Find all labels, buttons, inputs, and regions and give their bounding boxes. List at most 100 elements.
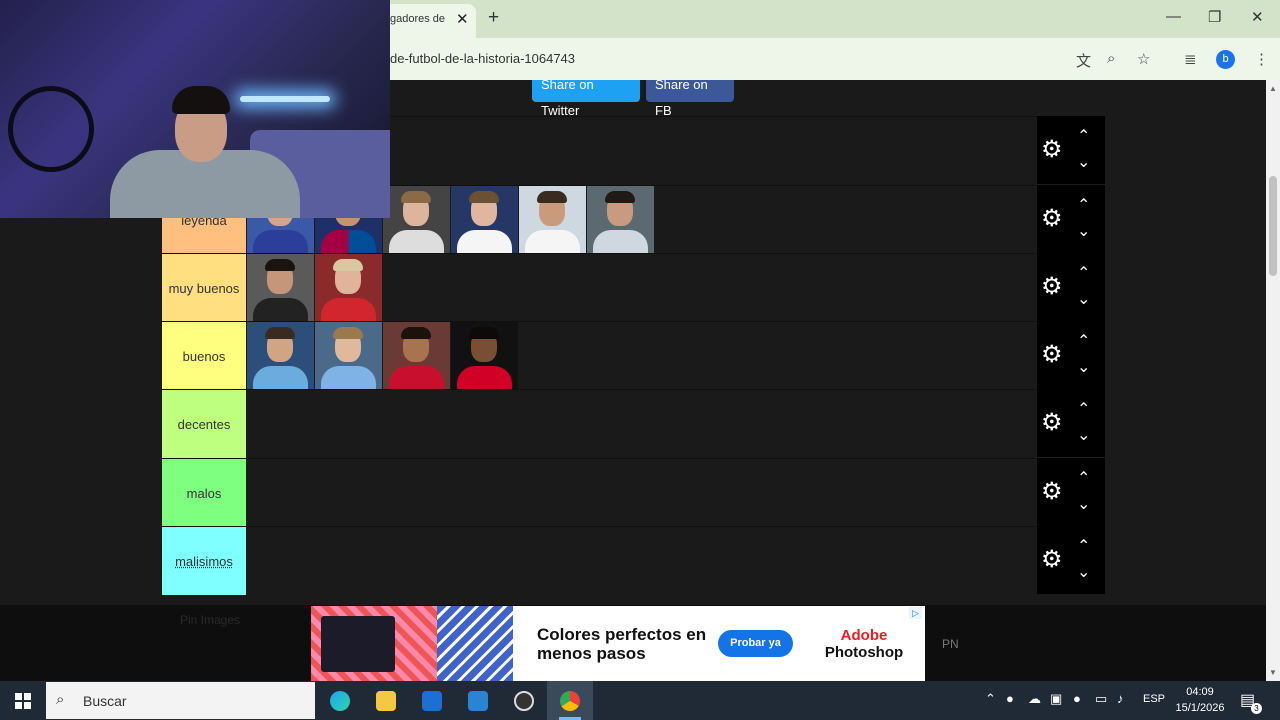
chevron-down-icon[interactable]: ⌄ [1077, 357, 1090, 377]
chevron-down-icon[interactable]: ⌄ [1077, 562, 1090, 582]
file-explorer-icon[interactable] [363, 681, 409, 720]
tray-device-icon[interactable]: ▣ [1050, 691, 1062, 707]
edge-app-icon[interactable] [317, 681, 363, 720]
tier-row: decentes [162, 389, 1037, 458]
chrome-app-icon[interactable] [547, 681, 593, 720]
tier-label[interactable]: malos [162, 459, 246, 527]
taskbar-search[interactable]: ⌕ Buscar [46, 682, 315, 719]
chevron-up-icon[interactable]: ⌃ [1077, 195, 1090, 215]
chevron-down-icon[interactable]: ⌄ [1077, 289, 1090, 309]
address-bar[interactable]: de-futbol-de-la-historia-1064743 [390, 51, 575, 66]
chevron-up-icon[interactable]: ⌃ [1077, 331, 1090, 351]
chevron-down-icon[interactable]: ⌄ [1077, 221, 1090, 241]
chevron-down-icon[interactable]: ⌄ [1077, 494, 1090, 514]
gear-icon[interactable]: ⚙ [1041, 478, 1063, 506]
media-control-icon[interactable]: ≣ [1184, 50, 1197, 68]
browser-menu-icon[interactable]: ⋮ [1254, 50, 1269, 68]
player-card[interactable] [247, 322, 314, 390]
tray-app-icon[interactable]: ● [1006, 691, 1014, 706]
player-card[interactable] [315, 322, 382, 390]
tier-label[interactable]: malisimos [162, 527, 246, 595]
ad-info-icon[interactable]: ▷ [909, 607, 922, 619]
chevron-down-icon[interactable]: ⌄ [1077, 425, 1090, 445]
start-button[interactable] [0, 681, 46, 720]
clock-time: 04:09 [1186, 686, 1214, 698]
scroll-up-icon[interactable]: ▲ [1269, 84, 1277, 93]
ad-headline: Colores perfectos en menos pasos [537, 625, 707, 663]
ad-side-text: PN [942, 637, 959, 651]
windows-logo-icon [15, 693, 31, 709]
player-card[interactable] [451, 186, 518, 254]
vertical-scrollbar[interactable]: ▲ ▼ [1266, 80, 1280, 681]
zoom-icon[interactable]: ⌕ [1107, 50, 1115, 67]
gear-icon[interactable]: ⚙ [1041, 205, 1063, 233]
outlook-app-icon[interactable] [455, 681, 501, 720]
scroll-down-icon[interactable]: ▼ [1269, 668, 1277, 677]
player-card[interactable] [587, 186, 654, 254]
chevron-up-icon[interactable]: ⌃ [1077, 399, 1090, 419]
new-tab-icon[interactable]: + [488, 7, 499, 29]
ad-brand-line1: Adobe [840, 627, 888, 644]
search-icon: ⌕ [56, 691, 65, 708]
player-card[interactable] [315, 254, 382, 322]
chevron-up-icon[interactable]: ⌃ [1077, 468, 1090, 488]
store-app-icon[interactable] [409, 681, 455, 720]
system-clock[interactable]: 04:09 15/1/2026 [1168, 684, 1232, 716]
recorder-app-icon[interactable] [501, 681, 547, 720]
player-card[interactable] [247, 254, 314, 322]
notification-count-badge: 3 [1251, 703, 1262, 714]
scroll-thumb[interactable] [1269, 176, 1277, 276]
ad-image [311, 606, 437, 681]
tier-controls: ⚙ ⌃ ⌄ [1037, 526, 1105, 594]
translate-icon[interactable]: 文 [1076, 50, 1091, 71]
microphone-icon[interactable]: ● [1073, 691, 1081, 706]
player-card[interactable] [451, 322, 518, 390]
tier-row: muy buenos [162, 253, 1037, 322]
player-card[interactable] [383, 186, 450, 254]
chevron-down-icon[interactable]: ⌄ [1077, 152, 1090, 172]
search-placeholder: Buscar [83, 693, 127, 709]
chevron-up-icon[interactable]: ⌃ [1077, 536, 1090, 556]
clock-date: 15/1/2026 [1175, 702, 1225, 714]
browser-tab[interactable]: gadores de ✕ [376, 4, 476, 38]
chevron-up-icon[interactable]: ⌃ [1077, 263, 1090, 283]
gear-icon[interactable]: ⚙ [1041, 546, 1063, 574]
tab-close-icon[interactable]: ✕ [456, 10, 469, 28]
tier-controls: ⚙ ⌃ ⌄ [1037, 253, 1105, 321]
ad-cta-button[interactable]: Probar ya [718, 630, 793, 657]
tier-controls: ⚙ ⌃ ⌄ [1037, 458, 1105, 526]
gear-icon[interactable]: ⚙ [1041, 136, 1063, 164]
ad-banner[interactable]: Colores perfectos en menos pasos Probar … [311, 606, 925, 681]
windows-taskbar: ⌕ Buscar ⌃ ● ☁ ▣ ● ▭ ♪ ESP 04:09 15/1/20… [0, 681, 1280, 720]
tier-label[interactable]: buenos [162, 322, 246, 390]
bookmark-star-icon[interactable]: ☆ [1137, 50, 1150, 68]
tab-title: gadores de [390, 13, 446, 25]
gear-icon[interactable]: ⚙ [1041, 273, 1063, 301]
language-indicator[interactable]: ESP [1143, 693, 1165, 705]
tray-chevron-icon[interactable]: ⌃ [985, 691, 996, 707]
tier-controls: ⚙ ⌃ ⌄ [1037, 185, 1105, 253]
share-facebook-button[interactable]: Share on FB [646, 80, 734, 118]
ad-brand-line2: Photoshop [824, 644, 904, 661]
chevron-up-icon[interactable]: ⌃ [1077, 126, 1090, 146]
tier-controls: ⚙ ⌃ ⌄ [1037, 116, 1105, 184]
player-card[interactable] [383, 322, 450, 390]
tier-row: buenos [162, 321, 1037, 390]
tier-label[interactable]: decentes [162, 390, 246, 458]
ad-brand: Adobe Photoshop [823, 627, 905, 661]
tier-label[interactable]: muy buenos [162, 254, 246, 322]
gear-icon[interactable]: ⚙ [1041, 341, 1063, 369]
share-twitter-button[interactable]: Share on Twitter [532, 80, 640, 118]
ad-image [437, 606, 513, 681]
ad-palette-graphic [321, 616, 395, 672]
network-icon[interactable]: ▭ [1095, 691, 1107, 707]
close-window-icon[interactable]: ✕ [1251, 8, 1264, 26]
restore-icon[interactable]: ❐ [1208, 8, 1221, 26]
player-card[interactable] [519, 186, 586, 254]
minimize-icon[interactable]: — [1166, 8, 1181, 25]
gear-icon[interactable]: ⚙ [1041, 409, 1063, 437]
profile-avatar[interactable]: b [1216, 50, 1235, 69]
tier-row: malos [162, 458, 1037, 527]
onedrive-icon[interactable]: ☁ [1028, 691, 1041, 707]
volume-icon[interactable]: ♪ [1117, 691, 1124, 706]
